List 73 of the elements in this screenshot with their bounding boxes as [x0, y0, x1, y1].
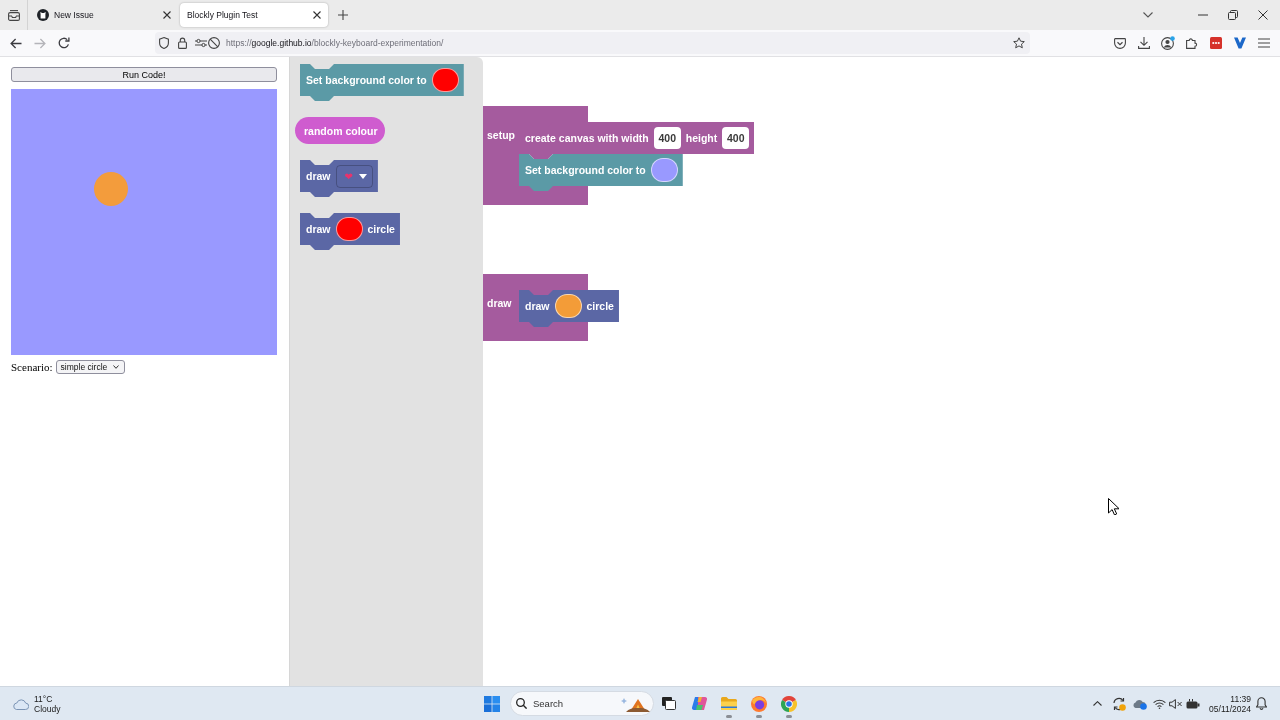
folder-icon[interactable] [721, 697, 737, 710]
blocked-icon[interactable] [208, 37, 220, 49]
cloud-status-icon[interactable] [1132, 697, 1147, 710]
bookmark-star-icon[interactable] [1013, 37, 1025, 49]
block-label: random colour [304, 124, 378, 137]
chevron-up-icon[interactable] [1093, 701, 1102, 706]
v-shape-icon[interactable] [1234, 37, 1246, 49]
code-block[interactable]: create canvas with width 400 height 400 [519, 122, 755, 159]
menu-icon[interactable] [1258, 38, 1270, 48]
code-block[interactable]: draw ❤ [300, 160, 378, 197]
task-view-icon[interactable] [662, 697, 676, 710]
clock-time[interactable]: 11:39 [1230, 693, 1251, 704]
colour-swatch-icon[interactable] [554, 294, 582, 318]
colour-swatch-icon[interactable] [335, 217, 363, 241]
plus-icon[interactable] [338, 10, 348, 20]
close-icon[interactable] [1258, 10, 1268, 20]
caret-icon [358, 173, 367, 179]
restore-icon[interactable] [1228, 10, 1238, 20]
block-label: setup [487, 129, 515, 141]
block-label: Set background color to [525, 164, 646, 176]
colour-swatch-icon[interactable] [431, 68, 459, 92]
block-label: draw [487, 297, 512, 309]
mouse-cursor-icon [1108, 498, 1119, 515]
chevron-down-icon[interactable] [1143, 12, 1153, 18]
block-label: circle [367, 223, 395, 235]
close-icon[interactable] [313, 11, 321, 19]
search-icon [516, 698, 527, 709]
tab-tray-icon[interactable] [7, 9, 20, 21]
scenario-select[interactable]: simple circle [55, 360, 125, 374]
bell-icon[interactable] [1255, 697, 1267, 710]
address-bar[interactable]: https://google.github.io/blockly-keyboard-experimentation/ [155, 32, 1030, 54]
code-block[interactable]: draw draw circle [483, 274, 619, 341]
code-block[interactable]: draw circle [300, 213, 400, 250]
temperature-text[interactable]: 11°C [34, 693, 61, 704]
block-label: Set background color to [306, 74, 427, 86]
block-label: draw [525, 300, 550, 312]
reload-icon[interactable] [58, 37, 70, 49]
muted-speaker-icon[interactable] [1169, 698, 1183, 709]
clock-date[interactable]: 05/11/2024 [1209, 703, 1251, 714]
assistant-app-icon[interactable] [691, 696, 707, 711]
download-icon[interactable] [1138, 37, 1150, 49]
battery-icon[interactable] [1186, 698, 1200, 709]
puzzle-icon[interactable] [1186, 37, 1198, 49]
block-label: create canvas with width [525, 132, 649, 144]
colour-swatch-icon[interactable] [650, 158, 678, 182]
block-label: draw [306, 170, 331, 182]
account-icon[interactable] [1161, 36, 1175, 50]
code-block[interactable]: draw circle [519, 290, 619, 327]
scenario-label: Scenario: [11, 361, 53, 373]
run-code-button[interactable]: Run Code! [11, 67, 277, 82]
browser-tab[interactable]: Blockly Plugin Test [180, 3, 328, 27]
chevron-shield-icon[interactable] [1114, 37, 1126, 49]
block-label: height [685, 132, 718, 144]
sliders-icon[interactable] [195, 38, 207, 48]
number-field[interactable]: 400 [722, 127, 750, 149]
wifi-icon[interactable] [1152, 698, 1166, 709]
caret-icon [112, 365, 119, 369]
shield-icon[interactable] [159, 37, 169, 49]
block-label: draw [306, 223, 331, 235]
lock-icon[interactable] [178, 37, 187, 49]
weather-text[interactable]: Cloudy [34, 703, 61, 714]
code-block[interactable]: setup create canvas with width 400 height 400 Set background color to [483, 106, 755, 205]
close-icon[interactable] [163, 11, 171, 19]
browser-app-icon[interactable] [781, 695, 797, 712]
sync-icon[interactable] [1111, 696, 1126, 711]
back-arrow-icon[interactable] [10, 37, 22, 49]
start-icon[interactable] [484, 695, 500, 712]
number-field[interactable]: 400 [653, 127, 681, 149]
browser-app-icon[interactable] [751, 695, 767, 712]
dots-tile-icon[interactable] [1210, 37, 1222, 49]
search-field[interactable]: Search [510, 691, 654, 716]
block-label: circle [586, 300, 614, 312]
browser-tab[interactable]: New Issue [30, 3, 178, 27]
